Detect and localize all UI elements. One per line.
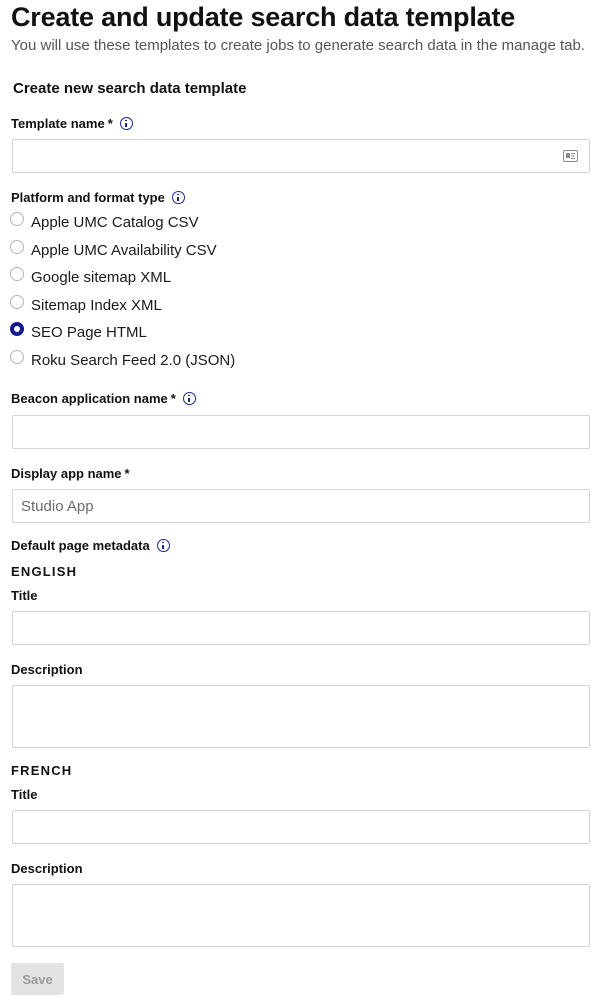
form-section-title: Create new search data template [13,80,247,97]
language-heading-french: FRENCH [11,763,73,778]
platform-option-apple-umc-catalog[interactable]: Apple UMC Catalog CSV [10,210,199,234]
radio-button[interactable] [10,295,24,309]
radio-label: Sitemap Index XML [31,296,162,314]
french-title-input[interactable] [12,810,590,844]
beacon-app-name-input[interactable] [12,415,590,449]
radio-label: SEO Page HTML [31,323,147,341]
beacon-app-name-label: Beacon application name * [11,391,196,406]
page-title: Create and update search data template [11,2,516,32]
platform-option-google-sitemap[interactable]: Google sitemap XML [10,265,171,289]
radio-button[interactable] [10,267,24,281]
english-title-label: Title [11,588,38,603]
french-title-label: Title [11,787,38,802]
radio-button[interactable] [10,350,24,364]
platform-option-seo-page-html[interactable]: SEO Page HTML [10,320,147,344]
language-heading-english: ENGLISH [11,564,78,579]
template-name-label: Template name * [11,116,133,131]
beacon-app-name-label-text: Beacon application name [11,391,168,406]
info-icon[interactable] [156,539,170,552]
template-name-label-text: Template name [11,116,105,131]
platform-label-text: Platform and format type [11,190,165,205]
french-description-label: Description [11,861,83,876]
english-description-label: Description [11,662,83,677]
radio-label: Apple UMC Catalog CSV [31,213,199,231]
platform-label: Platform and format type [11,190,185,205]
platform-option-apple-umc-availability[interactable]: Apple UMC Availability CSV [10,238,217,262]
info-icon[interactable] [182,392,196,405]
radio-button-selected[interactable] [10,322,24,336]
english-description-textarea[interactable] [12,685,590,748]
radio-label: Google sitemap XML [31,268,172,286]
platform-option-roku-search-feed[interactable]: Roku Search Feed 2.0 (JSON) [10,348,235,372]
display-app-name-label-text: Display app name [11,466,122,481]
required-mark: * [170,391,176,406]
platform-option-sitemap-index[interactable]: Sitemap Index XML [10,293,162,317]
save-button[interactable]: Save [11,963,64,995]
english-title-input[interactable] [12,611,590,645]
required-mark: * [124,466,130,481]
template-name-input[interactable] [12,139,590,173]
required-mark: * [107,116,113,131]
info-icon[interactable] [119,117,133,130]
contact-card-icon [563,150,578,162]
info-icon[interactable] [171,191,185,204]
radio-label: Roku Search Feed 2.0 (JSON) [31,351,236,369]
default-page-metadata-label: Default page metadata [11,538,170,553]
default-page-metadata-label-text: Default page metadata [11,538,150,553]
page-subtitle: You will use these templates to create j… [11,37,585,54]
display-app-name-label: Display app name * [11,466,130,481]
french-description-textarea[interactable] [12,884,590,947]
radio-button[interactable] [10,212,24,226]
radio-button[interactable] [10,240,24,254]
radio-label: Apple UMC Availability CSV [31,241,217,259]
display-app-name-input[interactable] [12,489,590,523]
